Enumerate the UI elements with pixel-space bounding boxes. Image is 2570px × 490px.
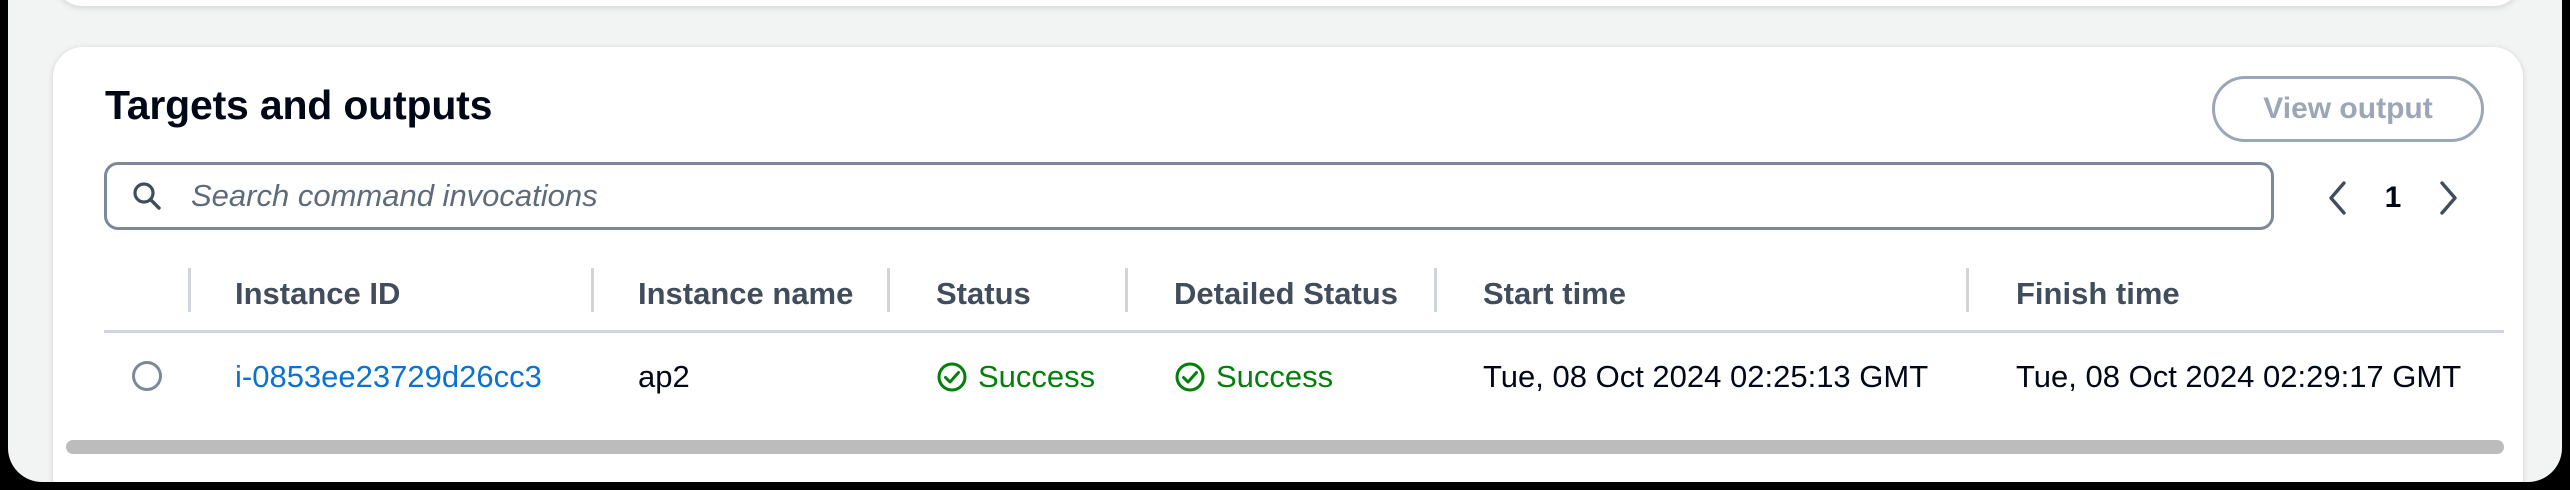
detailed-status-label: Success bbox=[1216, 359, 1334, 394]
start-time-cell: Tue, 08 Oct 2024 02:25:13 GMT bbox=[1483, 359, 1929, 394]
status-cell: Success bbox=[936, 359, 1095, 395]
search-icon bbox=[127, 176, 167, 216]
table-row[interactable]: i-0853ee23729d26cc3 ap2 Success Success … bbox=[104, 333, 2504, 431]
status-label: Success bbox=[978, 359, 1096, 394]
instance-id-link[interactable]: i-0853ee23729d26cc3 bbox=[235, 359, 542, 395]
chevron-right-icon[interactable] bbox=[2428, 170, 2468, 226]
column-header-instance-id[interactable]: Instance ID bbox=[235, 276, 400, 312]
chevron-left-icon[interactable] bbox=[2318, 170, 2358, 226]
column-divider[interactable] bbox=[887, 268, 890, 312]
column-header-status[interactable]: Status bbox=[936, 276, 1031, 312]
success-check-icon bbox=[1175, 362, 1205, 392]
column-divider[interactable] bbox=[188, 268, 191, 312]
view-output-button[interactable]: View output bbox=[2212, 76, 2484, 142]
column-divider[interactable] bbox=[1434, 268, 1437, 312]
column-header-finish-time[interactable]: Finish time bbox=[2016, 276, 2180, 312]
table-header: Instance ID Instance name Status Detaile… bbox=[104, 258, 2504, 333]
column-header-start-time[interactable]: Start time bbox=[1483, 276, 1626, 312]
scrollbar-thumb[interactable] bbox=[66, 440, 2504, 454]
detailed-status-cell: Success bbox=[1174, 359, 1333, 395]
search-input[interactable] bbox=[189, 177, 2193, 215]
horizontal-scrollbar[interactable] bbox=[58, 436, 2506, 458]
previous-panel-edge bbox=[53, 0, 2523, 6]
row-select-radio[interactable] bbox=[132, 361, 162, 391]
column-divider[interactable] bbox=[1125, 268, 1128, 312]
column-header-instance-name[interactable]: Instance name bbox=[638, 276, 853, 312]
finish-time-cell: Tue, 08 Oct 2024 02:29:17 GMT bbox=[2016, 359, 2462, 394]
column-divider[interactable] bbox=[591, 268, 594, 312]
success-check-icon bbox=[937, 362, 967, 392]
column-divider[interactable] bbox=[1966, 268, 1969, 312]
search-box[interactable] bbox=[104, 162, 2274, 230]
current-page-number[interactable]: 1 bbox=[2358, 181, 2428, 215]
pagination: 1 bbox=[2318, 170, 2468, 226]
page-background: Targets and outputs View output 1 Instan… bbox=[8, 0, 2562, 482]
instance-name-cell: ap2 bbox=[638, 359, 690, 394]
column-header-detailed-status[interactable]: Detailed Status bbox=[1174, 276, 1398, 312]
panel-title: Targets and outputs bbox=[105, 82, 493, 128]
